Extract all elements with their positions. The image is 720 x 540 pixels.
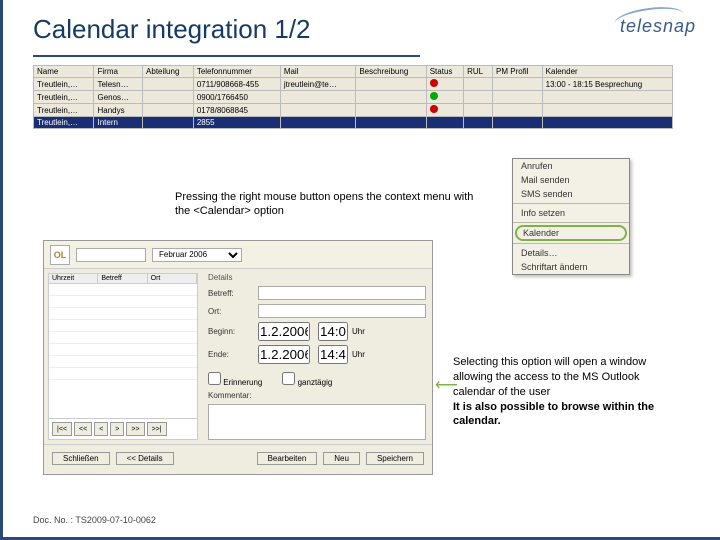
callout-context-menu: Pressing the right mouse button opens th… — [175, 190, 485, 219]
callout-calendar-window: Selecting this option will open a window… — [453, 355, 683, 429]
details-heading: Details — [208, 273, 426, 282]
context-menu: AnrufenMail sendenSMS senden Info setzen… — [512, 158, 630, 275]
close-button[interactable]: Schließen — [52, 452, 110, 465]
outlook-icon: OL — [50, 245, 70, 265]
calendar-nav-button[interactable]: >> — [126, 422, 144, 436]
calendar-nav-button[interactable]: > — [110, 422, 124, 436]
begin-time[interactable] — [318, 322, 348, 341]
comment-field[interactable] — [208, 404, 426, 440]
context-menu-calendar[interactable]: Kalender — [515, 225, 627, 241]
label-end: Ende: — [208, 350, 254, 359]
location-field[interactable] — [258, 304, 426, 318]
table-header: RUL — [464, 66, 493, 78]
contact-table: NameFirmaAbteilungTelefonnummerMailBesch… — [33, 65, 673, 129]
uhr-label: Uhr — [352, 327, 365, 336]
label-comment: Kommentar: — [208, 391, 254, 400]
calendar-nav-button[interactable]: < — [94, 422, 108, 436]
context-menu-item[interactable]: Schriftart ändern — [513, 260, 629, 274]
reminder-checkbox[interactable]: Erinnerung — [208, 372, 262, 387]
title-rule — [33, 55, 420, 57]
subject-field[interactable] — [258, 286, 426, 300]
label-begin: Beginn: — [208, 327, 254, 336]
slide-title: Calendar integration 1/2 — [33, 14, 700, 45]
calendar-nav-button[interactable]: >>| — [147, 422, 167, 436]
table-header: Telefonnummer — [193, 66, 280, 78]
context-menu-item[interactable]: Info setzen — [513, 206, 629, 220]
edit-button[interactable]: Bearbeiten — [257, 452, 318, 465]
label-subject: Betreff: — [208, 289, 254, 298]
calendar-name-field[interactable] — [76, 248, 146, 262]
table-header: Mail — [280, 66, 356, 78]
end-date[interactable] — [258, 345, 310, 364]
table-header: PM Profil — [493, 66, 543, 78]
begin-date[interactable] — [258, 322, 310, 341]
details-toggle-button[interactable]: << Details — [116, 452, 174, 465]
appointment-list: UhrzeitBetreffOrt |<<<<<>>>>>| — [48, 273, 198, 440]
new-button[interactable]: Neu — [323, 452, 360, 465]
table-row[interactable]: Treutlein,…Intern2855 — [34, 117, 673, 129]
table-header: Firma — [94, 66, 143, 78]
table-header: Kalender — [542, 66, 672, 78]
table-header: Status — [426, 66, 463, 78]
table-row[interactable]: Treutlein,…Genos…0900/1766450 — [34, 91, 673, 104]
context-menu-item[interactable]: Details… — [513, 246, 629, 260]
uhr-label-2: Uhr — [352, 350, 365, 359]
table-row[interactable]: Treutlein,…Telesn…0711/908668-455jtreutl… — [34, 78, 673, 91]
table-header: Beschreibung — [356, 66, 426, 78]
calendar-window: OL Februar 2006 UhrzeitBetreffOrt |<<<<<… — [43, 240, 433, 475]
label-location: Ort: — [208, 307, 254, 316]
list-column-header: Betreff — [98, 274, 147, 283]
calendar-month-select[interactable]: Februar 2006 — [152, 248, 242, 262]
save-button[interactable]: Speichern — [366, 452, 424, 465]
calendar-nav-button[interactable]: << — [74, 422, 92, 436]
list-column-header: Uhrzeit — [49, 274, 98, 283]
table-row[interactable]: Treutlein,…Handys0178/8068845 — [34, 104, 673, 117]
context-menu-item[interactable]: Anrufen — [513, 159, 629, 173]
brand-logo: telesnap — [620, 16, 696, 37]
calendar-nav-button[interactable]: |<< — [52, 422, 72, 436]
allday-checkbox[interactable]: ganztägig — [282, 372, 332, 387]
table-header: Abteilung — [143, 66, 194, 78]
context-menu-item[interactable]: Mail senden — [513, 173, 629, 187]
list-column-header: Ort — [148, 274, 197, 283]
doc-number: Doc. No. : TS2009-07-10-0062 — [33, 515, 156, 525]
context-menu-item[interactable]: SMS senden — [513, 187, 629, 201]
end-time[interactable] — [318, 345, 348, 364]
arrow-icon: ⟵ — [435, 375, 458, 395]
table-header: Name — [34, 66, 94, 78]
